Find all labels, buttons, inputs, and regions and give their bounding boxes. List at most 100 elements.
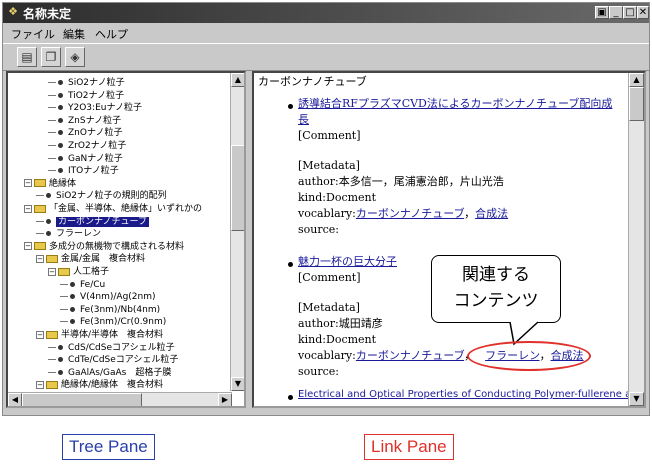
menu-help[interactable]: ヘルプ	[95, 26, 128, 42]
callout-line2: コンテンツ	[453, 291, 539, 311]
entry1-title-link-cont[interactable]: 長	[298, 113, 309, 127]
restore-icon[interactable]: ▣	[595, 6, 609, 19]
scroll-left-icon[interactable]: ◀	[8, 393, 22, 406]
tree-vertical-scrollbar[interactable]: ▲ ▼	[230, 73, 244, 391]
tree-item[interactable]: Fe(3nm)/Nb(4nm)	[60, 304, 160, 317]
bullet-icon	[58, 130, 63, 136]
tree-item-label: Y2O3:Euナノ粒子	[68, 103, 143, 114]
entry1-kind: kind:Docment	[298, 191, 377, 204]
menu-edit[interactable]: 編集	[63, 26, 85, 42]
vocab-link-cnt[interactable]: カーボンナノチューブ	[356, 349, 464, 362]
tree-item[interactable]: Y2O3:Euナノ粒子	[48, 102, 142, 115]
tree-item[interactable]: ZrO2ナノ粒子	[48, 140, 126, 153]
collapse-toggle-icon[interactable]: −	[36, 380, 44, 389]
tree-item[interactable]: Fe(3nm)/Cr(0.9nm)	[60, 316, 166, 329]
tree-branch-line	[48, 82, 56, 83]
tree-folder[interactable]: − 絶縁体/絶縁体 複合材料	[36, 379, 163, 391]
scroll-up-icon[interactable]: ▲	[231, 73, 244, 87]
scroll-thumb[interactable]	[629, 87, 644, 121]
vocab-prefix: vocablary:	[298, 349, 356, 362]
entry2-metadata: [Metadata]	[298, 301, 360, 314]
tree-item[interactable]: TiO2ナノ粒子	[48, 90, 124, 103]
tree-pane: SiO2ナノ粒子 TiO2ナノ粒子 Y2O3:Euナノ粒子 ZnSナノ粒子 ZnOナノ粒…	[6, 71, 246, 408]
tree-branch-line	[48, 132, 56, 134]
tree-folder[interactable]: − 金属/金属 複合材料	[36, 253, 145, 266]
bullet-icon	[70, 281, 75, 287]
tree-item[interactable]: SiO2ナノ粒子の規則的配列	[36, 190, 167, 203]
scroll-right-icon[interactable]: ▶	[218, 393, 232, 406]
tree-folder[interactable]: − 人工格子	[48, 266, 109, 279]
entry2-source: source:	[298, 365, 339, 378]
bullet-icon	[58, 168, 63, 174]
bullet-icon	[58, 344, 63, 350]
tree-item[interactable]: SiO2ナノ粒子	[48, 77, 125, 90]
tree-item-label: CdTe/CdSeコアシェル粒子	[68, 355, 179, 366]
collapse-toggle-icon[interactable]: −	[24, 179, 32, 188]
tree-item-label: フラーレン	[56, 229, 102, 240]
link-vertical-scrollbar[interactable]: ▲ ▼	[628, 73, 644, 406]
scroll-thumb[interactable]	[231, 145, 244, 231]
tree-horizontal-scrollbar[interactable]: ◀ ▶	[8, 392, 232, 406]
tree-item[interactable]: フラーレン	[36, 228, 101, 241]
tree-item-label: GaAlAs/GaAs 超格子膜	[68, 367, 172, 378]
scroll-down-icon[interactable]: ▼	[629, 392, 644, 406]
tree-item[interactable]: カーボンナノチューブ	[36, 216, 150, 229]
tree-folder[interactable]: − 半導体/半導体 複合材料	[36, 329, 163, 342]
bullet-icon	[58, 117, 63, 123]
tree-item-label: ZrO2ナノ粒子	[68, 141, 127, 151]
vocab-link-cnt[interactable]: カーボンナノチューブ	[356, 207, 464, 220]
minimize-button[interactable]: _	[609, 6, 623, 19]
h-scroll-thumb[interactable]	[22, 393, 142, 406]
tree-item-label: Fe/Cu	[80, 279, 106, 290]
tree-item[interactable]: ZnOナノ粒子	[48, 127, 123, 140]
tree-item[interactable]: GaNナノ粒子	[48, 153, 123, 166]
tree-branch-line	[36, 220, 44, 222]
bullet-icon	[288, 395, 293, 400]
collapse-toggle-icon[interactable]: −	[36, 254, 44, 263]
tree-item[interactable]: CdS/CdSeコアシェル粒子	[48, 342, 175, 355]
tree-branch-line	[36, 195, 44, 197]
collapse-toggle-icon[interactable]: −	[48, 267, 56, 276]
entry2-title-link[interactable]: 魅力一杯の巨大分子	[298, 255, 397, 269]
collapse-toggle-icon[interactable]: −	[24, 204, 32, 213]
tree-item-label: CdS/CdSeコアシェル粒子	[68, 342, 175, 353]
bullet-icon	[58, 80, 63, 85]
tree-folder[interactable]: − 「金属、半導体、絶縁体」いずれかの	[24, 203, 202, 216]
scroll-up-icon[interactable]: ▲	[629, 73, 644, 87]
refresh-icon[interactable]: ◈	[65, 47, 85, 67]
close-button[interactable]: ✕	[637, 6, 649, 19]
entry2-kind: kind:Docment	[298, 333, 377, 346]
tree-folder[interactable]: − 多成分の無機物で構成される材料	[24, 241, 184, 254]
toolbar: ▤ ❐ ◈	[3, 43, 649, 71]
entry1-source: source:	[298, 223, 339, 236]
tree-item[interactable]: V(4nm)/Ag(2nm)	[60, 291, 156, 304]
tree-folder[interactable]: − 絶縁体	[24, 178, 76, 191]
menu-bar: ファイル 編集 ヘルプ	[3, 23, 649, 41]
open-folder-icon[interactable]: ▤	[17, 47, 37, 67]
menu-file[interactable]: ファイル	[11, 26, 55, 42]
entry1-title-link[interactable]: 誘導結合RFプラズマCVD法によるカーボンナノチューブ配向成	[298, 97, 612, 111]
collapse-toggle-icon[interactable]: −	[36, 330, 44, 339]
tree-item-label: 絶縁体/絶縁体 複合材料	[61, 380, 164, 391]
folder-icon	[46, 380, 58, 389]
tree-item[interactable]: Fe/Cu	[60, 279, 105, 292]
tree-item[interactable]: GaAlAs/GaAs 超格子膜	[48, 367, 171, 380]
link-heading: カーボンナノチューブ	[258, 75, 367, 88]
copy-icon[interactable]: ❐	[41, 47, 61, 67]
scroll-down-icon[interactable]: ▼	[231, 377, 244, 391]
maximize-button[interactable]: □	[623, 6, 637, 19]
tree-branch-line	[48, 145, 56, 146]
tree-item[interactable]: CdTe/CdSeコアシェル粒子	[48, 354, 178, 367]
tree-branch-line	[60, 296, 68, 298]
tree-branch-line	[48, 170, 56, 172]
tree-item[interactable]: ZnSナノ粒子	[48, 115, 121, 128]
tree-item-label: SiO2ナノ粒子の規則的配列	[56, 191, 167, 202]
vocab-link-synthesis[interactable]: 合成法	[475, 207, 508, 220]
entry3-title-link[interactable]: Electrical and Optical Properties of Con…	[298, 388, 628, 402]
title-bar[interactable]: ❖ 名称未定 ▣ _ □ ✕	[3, 3, 649, 23]
bullet-icon	[288, 104, 293, 109]
tree-branch-line	[48, 359, 56, 361]
collapse-toggle-icon[interactable]: −	[24, 242, 32, 251]
tree-item[interactable]: ITOナノ粒子	[48, 165, 119, 178]
bullet-icon	[58, 369, 63, 375]
